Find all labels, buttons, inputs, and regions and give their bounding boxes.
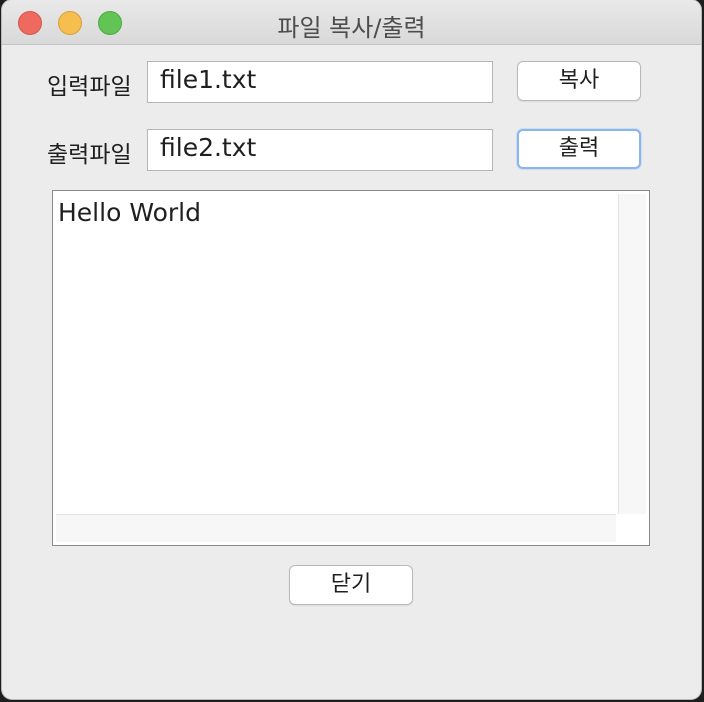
output-file-label: 출력파일 <box>47 142 132 168</box>
print-button[interactable]: 출력 <box>517 129 641 169</box>
text-area[interactable]: Hello World <box>56 194 616 514</box>
app-window: 파일 복사/출력 입력파일 file1.txt 복사 출력파일 file2.tx… <box>2 0 701 699</box>
vertical-scrollbar[interactable] <box>618 194 646 514</box>
input-file-field[interactable]: file1.txt <box>147 61 493 103</box>
window-title: 파일 복사/출력 <box>277 14 426 42</box>
title-bar[interactable]: 파일 복사/출력 <box>2 0 701 45</box>
copy-button[interactable]: 복사 <box>517 61 641 101</box>
input-file-label: 입력파일 <box>47 74 132 100</box>
close-button[interactable]: 닫기 <box>289 565 413 605</box>
text-area-scrollpane: Hello World <box>52 190 650 546</box>
output-file-field[interactable]: file2.txt <box>147 129 493 171</box>
horizontal-scrollbar[interactable] <box>56 514 616 542</box>
